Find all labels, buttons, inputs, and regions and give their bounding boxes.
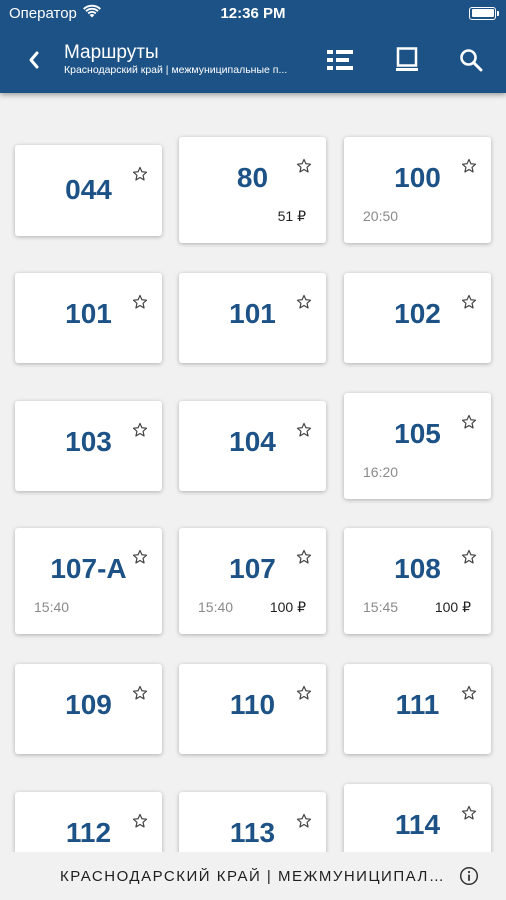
page-subtitle: Краснодарский край | межмуниципальные п.…	[64, 64, 288, 76]
route-price: 100 ₽	[434, 599, 471, 615]
route-card[interactable]: 80 51 ₽	[179, 137, 326, 243]
carrier-label: Оператор	[9, 4, 77, 22]
star-icon[interactable]	[461, 805, 477, 821]
route-card[interactable]: 101	[15, 273, 162, 363]
route-card[interactable]: 112	[15, 792, 162, 852]
route-price: 51 ₽	[277, 208, 306, 224]
star-icon[interactable]	[132, 685, 148, 701]
footer-region-label[interactable]: КРАСНОДАРСКИЙ КРАЙ | МЕЖМУНИЦИПАЛЬ...	[60, 868, 445, 885]
star-icon[interactable]	[461, 294, 477, 310]
route-time: 15:40	[198, 599, 234, 615]
star-icon[interactable]	[132, 166, 148, 182]
route-card[interactable]: 111	[344, 664, 491, 754]
star-icon[interactable]	[132, 549, 148, 565]
info-icon[interactable]	[459, 866, 479, 886]
route-card[interactable]: 105 16:20	[344, 393, 491, 499]
list-view-button[interactable]	[316, 26, 364, 93]
star-icon[interactable]	[132, 294, 148, 310]
back-button[interactable]	[8, 26, 60, 93]
star-icon[interactable]	[132, 813, 148, 829]
route-card[interactable]: 101	[179, 273, 326, 363]
star-icon[interactable]	[296, 685, 312, 701]
chevron-left-icon	[29, 51, 39, 68]
route-card[interactable]: 113	[179, 792, 326, 852]
route-price: 100 ₽	[269, 599, 306, 615]
status-bar: Оператор 12:36 PM	[0, 0, 506, 26]
search-button[interactable]	[447, 26, 495, 93]
tile-view-button[interactable]	[383, 26, 431, 93]
star-icon[interactable]	[296, 549, 312, 565]
star-icon[interactable]	[461, 549, 477, 565]
routes-grid: 044 80 51 ₽100 20:50 101 101 102 103 104 105 16:20…	[0, 93, 506, 852]
star-icon[interactable]	[296, 422, 312, 438]
route-card[interactable]: 102	[344, 273, 491, 363]
footer-bar: КРАСНОДАРСКИЙ КРАЙ | МЕЖМУНИЦИПАЛЬ...	[0, 852, 506, 900]
route-card[interactable]: 114	[344, 784, 491, 852]
route-card[interactable]: 107-А 15:40	[15, 528, 162, 634]
battery-icon	[469, 6, 499, 20]
list-view-icon	[327, 49, 353, 70]
route-card[interactable]: 107 15:40 100 ₽	[179, 528, 326, 634]
navigation-bar: Маршруты Краснодарский край | межмуницип…	[0, 26, 506, 93]
route-card[interactable]: 044	[15, 145, 162, 236]
route-card[interactable]: 103	[15, 401, 162, 491]
wifi-icon	[82, 4, 101, 22]
app-header: Оператор 12:36 PM Маршруты Краснодарский…	[0, 0, 506, 93]
page-title: Маршруты	[64, 42, 159, 63]
tile-view-icon	[396, 46, 418, 71]
star-icon[interactable]	[461, 158, 477, 174]
route-card[interactable]: 110	[179, 664, 326, 754]
route-time: 15:40	[34, 599, 70, 615]
route-time: 20:50	[363, 208, 399, 224]
star-icon[interactable]	[296, 158, 312, 174]
route-time: 15:45	[363, 599, 399, 615]
star-icon[interactable]	[461, 685, 477, 701]
route-card[interactable]: 104	[179, 401, 326, 491]
route-time: 16:20	[363, 464, 399, 480]
star-icon[interactable]	[296, 813, 312, 829]
route-card[interactable]: 100 20:50	[344, 137, 491, 243]
route-card[interactable]: 109	[15, 664, 162, 754]
search-icon	[460, 48, 483, 71]
route-card[interactable]: 108 15:45 100 ₽	[344, 528, 491, 634]
star-icon[interactable]	[461, 414, 477, 430]
star-icon[interactable]	[132, 422, 148, 438]
star-icon[interactable]	[296, 294, 312, 310]
